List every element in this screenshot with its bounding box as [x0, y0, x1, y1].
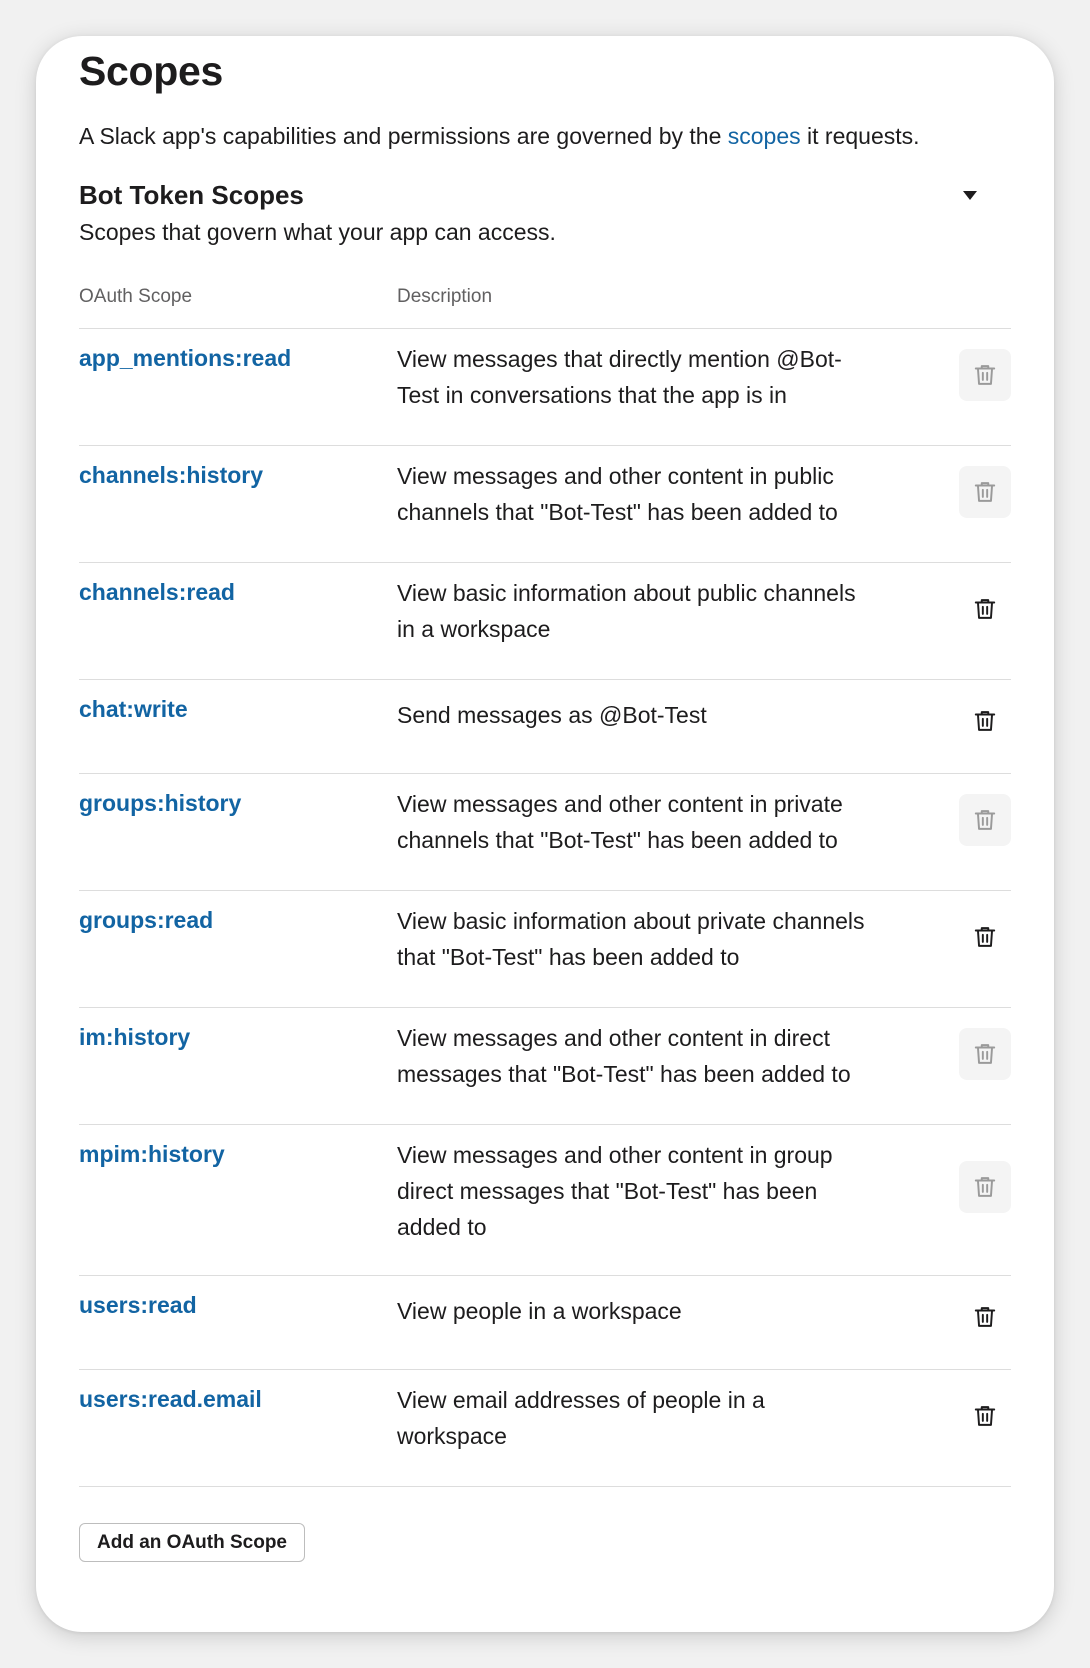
caret-down-icon[interactable] — [963, 191, 977, 200]
delete-scope-button[interactable] — [959, 583, 1011, 635]
scope-name-link[interactable]: channels:read — [79, 579, 235, 606]
scope-description: View basic information about private cha… — [397, 908, 865, 970]
scope-name-link[interactable]: channels:history — [79, 462, 263, 489]
delete-scope-button[interactable] — [959, 695, 1011, 747]
delete-scope-button — [959, 466, 1011, 518]
page-title: Scopes — [79, 48, 224, 94]
scope-name-link[interactable]: users:read.email — [79, 1386, 262, 1413]
trash-icon — [972, 1304, 998, 1330]
table-row: mpim:history View messages and other cont… — [79, 1125, 1011, 1276]
trash-icon — [972, 924, 998, 950]
scope-description: View messages and other content in group… — [397, 1142, 833, 1240]
scope-description: View messages and other content in direc… — [397, 1025, 851, 1087]
scope-description: View messages and other content in priva… — [397, 791, 843, 853]
scope-name-link[interactable]: users:read — [79, 1292, 197, 1319]
scope-description: View messages that directly mention @Bot… — [397, 346, 842, 408]
table-row: app_mentions:read View messages that dire… — [79, 329, 1011, 446]
scope-name-link[interactable]: chat:write — [79, 696, 188, 723]
scope-description: View basic information about public chan… — [397, 580, 856, 642]
trash-icon — [972, 1174, 998, 1200]
trash-icon — [972, 708, 998, 734]
table-row: chat:write Send messages as @Bot-Test — [79, 680, 1011, 774]
intro-text-start: A Slack app's capabilities and permissio… — [79, 123, 728, 149]
trash-icon — [972, 807, 998, 833]
scope-name-link[interactable]: mpim:history — [79, 1141, 225, 1168]
intro-text-end: it requests. — [800, 123, 920, 149]
delete-scope-button — [959, 1028, 1011, 1080]
column-header-oauth-scope: OAuth Scope — [79, 286, 193, 307]
section-description: Scopes that govern what your app can acc… — [79, 219, 556, 245]
scopes-table: app_mentions:read View messages that dire… — [79, 329, 1011, 1487]
table-row: groups:history View messages and other co… — [79, 774, 1011, 891]
table-row: channels:history View messages and other … — [79, 446, 1011, 563]
trash-icon — [972, 362, 998, 388]
table-row: users:read.email View email addresses of … — [79, 1370, 1011, 1487]
scopes-link[interactable]: scopes — [728, 123, 801, 149]
intro-text: A Slack app's capabilities and permissio… — [79, 123, 920, 150]
scope-name-link[interactable]: groups:history — [79, 790, 241, 817]
trash-icon — [972, 1403, 998, 1429]
delete-scope-button — [959, 794, 1011, 846]
scope-description: Send messages as @Bot-Test — [397, 702, 707, 728]
delete-scope-button[interactable] — [959, 911, 1011, 963]
section-title: Bot Token Scopes — [79, 180, 304, 210]
column-header-description: Description — [397, 286, 493, 307]
table-row: users:read View people in a workspace — [79, 1276, 1011, 1370]
scope-name-link[interactable]: app_mentions:read — [79, 345, 291, 372]
table-header: OAuth Scope Description — [79, 286, 1011, 329]
scope-description: View messages and other content in publi… — [397, 463, 838, 525]
delete-scope-button[interactable] — [959, 1291, 1011, 1343]
delete-scope-button — [959, 1161, 1011, 1213]
trash-icon — [972, 479, 998, 505]
scope-description: View people in a workspace — [397, 1298, 682, 1324]
scope-name-link[interactable]: groups:read — [79, 907, 213, 934]
table-row: channels:read View basic information abou… — [79, 563, 1011, 680]
table-row: groups:read View basic information about … — [79, 891, 1011, 1008]
scope-name-link[interactable]: im:history — [79, 1024, 190, 1051]
delete-scope-button — [959, 349, 1011, 401]
trash-icon — [972, 1041, 998, 1067]
scope-description: View email addresses of people in a work… — [397, 1387, 765, 1449]
table-row: im:history View messages and other conten… — [79, 1008, 1011, 1125]
add-oauth-scope-button[interactable]: Add an OAuth Scope — [79, 1523, 305, 1562]
scopes-card: Scopes A Slack app's capabilities and pe… — [36, 36, 1054, 1632]
delete-scope-button[interactable] — [959, 1390, 1011, 1442]
trash-icon — [972, 596, 998, 622]
